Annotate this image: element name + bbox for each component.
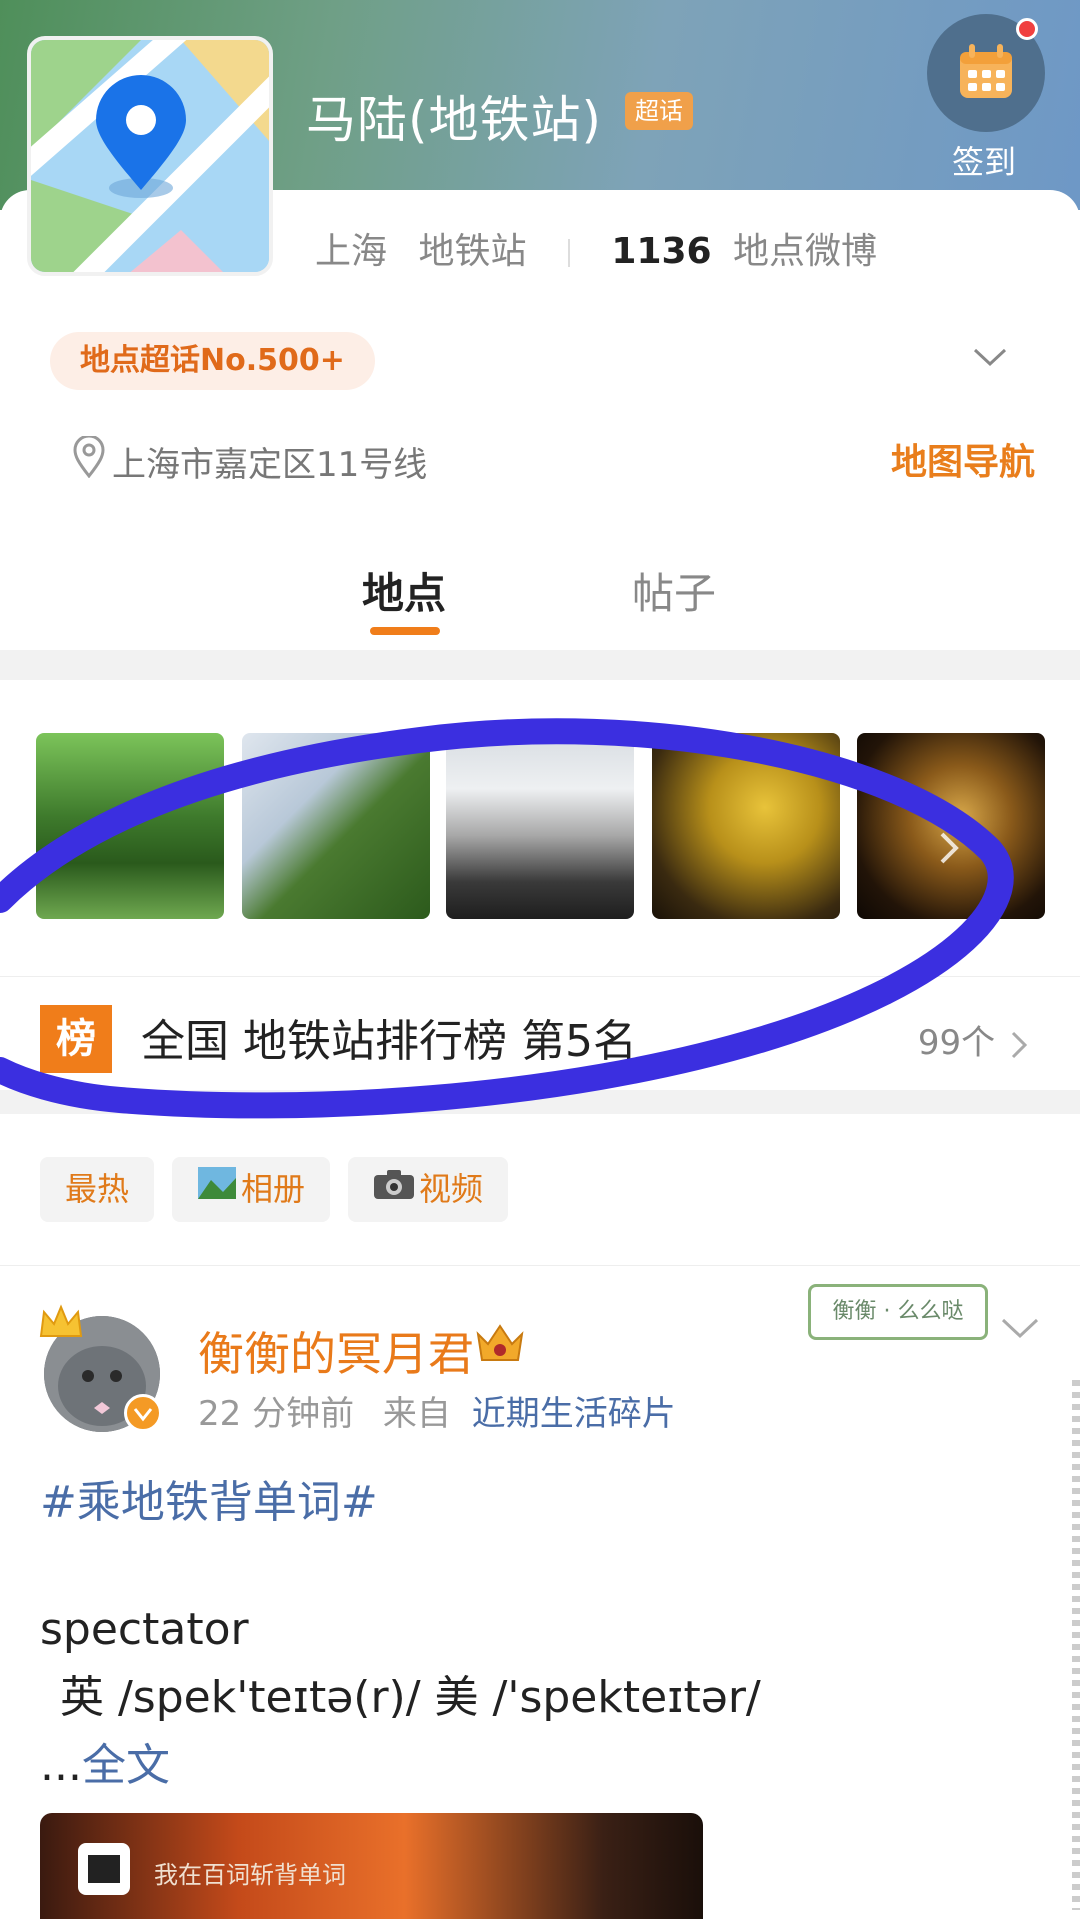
leaderboard-count-value: 99个	[917, 1023, 996, 1063]
page-title: 马陆(地铁站)	[306, 91, 603, 149]
chevron-right-icon	[1011, 1031, 1028, 1058]
vip-crown-icon	[474, 1322, 526, 1370]
post-meta: 22 分钟前 来自 近期生活碎片	[198, 1386, 676, 1435]
location-pin-icon	[72, 434, 106, 487]
city-label: 上海	[315, 231, 388, 272]
map-pin-icon	[31, 40, 269, 272]
scroll-indicator	[1072, 1380, 1080, 1910]
address-row[interactable]: 上海市嘉定区11号线	[72, 434, 428, 487]
post-time: 22 分钟前	[198, 1394, 355, 1434]
filter-video-label: 视频	[419, 1170, 484, 1208]
post-ellipsis: ...	[40, 1740, 82, 1791]
photo-strip[interactable]	[36, 733, 1046, 919]
verified-badge-icon	[124, 1394, 162, 1432]
read-more-link[interactable]: 全文	[82, 1740, 170, 1791]
photo-thumbnail[interactable]	[36, 733, 224, 919]
post-hashtag[interactable]: #乘地铁背单词#	[40, 1466, 378, 1530]
leaderboard-count: 99个	[918, 1015, 1028, 1064]
photo-album-icon	[197, 1157, 237, 1222]
leaderboard-icon: 榜	[40, 1005, 112, 1073]
chevron-down-icon[interactable]	[1000, 1316, 1040, 1346]
post-phonetic: 英 /spek'teɪtə(r)/ 美 /'spekteɪtər/	[60, 1672, 761, 1723]
decorative-stamp: 衡衡 · 么么哒	[808, 1284, 988, 1340]
post-username[interactable]: 衡衡的冥月君	[198, 1318, 474, 1384]
active-tab-indicator	[370, 627, 440, 635]
post-source-link[interactable]: 近期生活碎片	[472, 1394, 676, 1434]
leaderboard-row[interactable]: 榜 全国 地铁站排行榜 第5名 99个	[0, 976, 1080, 1088]
tab-location[interactable]: 地点	[362, 560, 446, 621]
meta-divider	[567, 239, 570, 267]
super-topic-badge: 超话	[625, 92, 693, 130]
chevron-down-icon[interactable]	[972, 346, 1008, 374]
location-map-thumbnail[interactable]	[27, 36, 273, 276]
filter-chips: 最热 相册 视频	[40, 1157, 526, 1222]
section-divider	[0, 650, 1080, 680]
photo-thumbnail[interactable]	[446, 733, 634, 919]
photo-thumbnail[interactable]	[242, 733, 430, 919]
video-thumbnail[interactable]: 我在百词斩背单词	[40, 1813, 703, 1919]
post-more-row: ...全文	[40, 1732, 761, 1800]
post-count-suffix: 地点微博	[733, 231, 878, 272]
tab-posts[interactable]: 帖子	[632, 560, 716, 621]
location-meta: 上海 地铁站 1136 地点微博	[315, 222, 877, 274]
map-navigation-link[interactable]: 地图导航	[891, 433, 1035, 485]
post-body: spectator 英 /spek'teɪtə(r)/ 美 /'spekteɪt…	[40, 1596, 761, 1800]
post-card[interactable]: 衡衡的冥月君 22 分钟前 来自 近期生活碎片 衡衡 · 么么哒 #乘地铁背单词…	[0, 1265, 1080, 1919]
leaderboard-text: 全国 地铁站排行榜 第5名	[141, 1016, 637, 1067]
filter-hot-label: 最热	[65, 1170, 130, 1208]
super-topic-rank-pill[interactable]: 地点超话No.500+	[50, 332, 375, 390]
camera-icon	[373, 1157, 415, 1222]
address-text: 上海市嘉定区11号线	[112, 445, 428, 485]
photo-thumbnail[interactable]	[857, 733, 1045, 919]
post-from-label: 来自	[382, 1394, 451, 1434]
notification-dot	[1016, 18, 1038, 40]
filter-album[interactable]: 相册	[172, 1157, 331, 1222]
app-logo-icon	[78, 1843, 130, 1895]
post-count: 1136	[611, 231, 712, 272]
filter-video[interactable]: 视频	[348, 1157, 509, 1222]
category-label: 地铁站	[418, 231, 527, 272]
crown-icon	[38, 1304, 84, 1344]
video-label: 我在百词斩背单词	[154, 1861, 346, 1889]
photo-thumbnail[interactable]	[652, 733, 840, 919]
checkin-label[interactable]: 签到	[952, 137, 1016, 183]
filter-album-label: 相册	[241, 1170, 306, 1208]
filter-hot[interactable]: 最热	[40, 1157, 155, 1222]
section-divider	[0, 1090, 1080, 1114]
chevron-right-icon[interactable]	[930, 828, 970, 868]
post-word: spectator	[40, 1604, 249, 1655]
